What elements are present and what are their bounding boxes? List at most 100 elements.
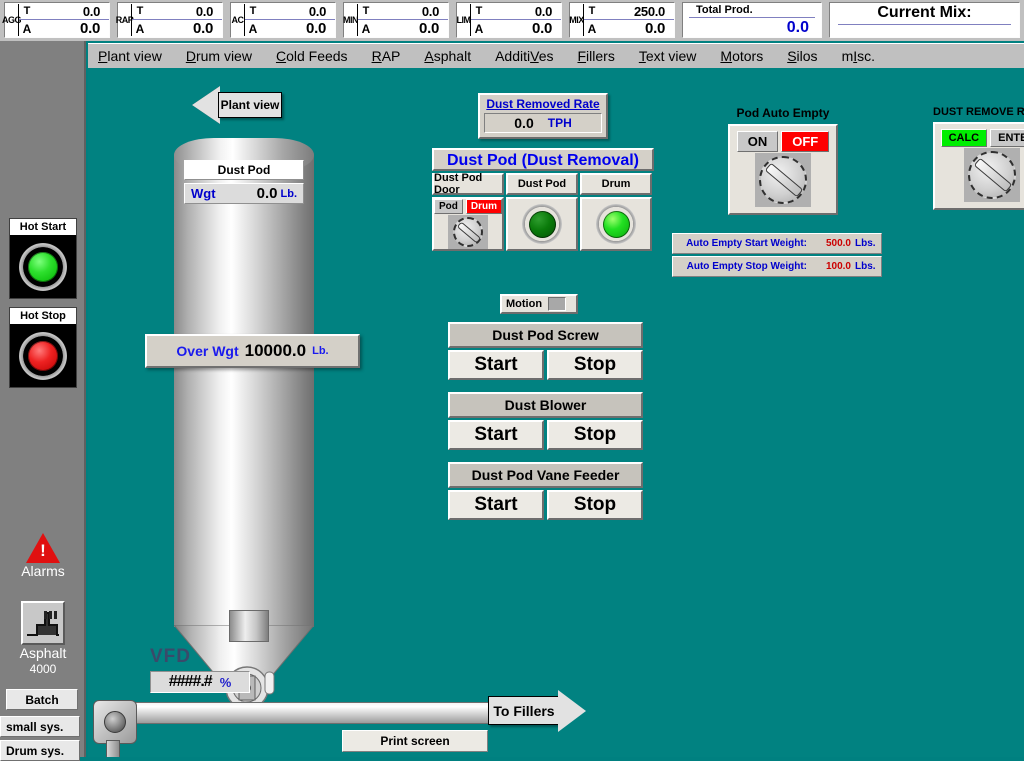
drum-sys-button[interactable]: Drum sys.: [0, 740, 80, 761]
rotary-knob-icon[interactable]: [453, 217, 483, 247]
actual-value: 0.0: [532, 20, 552, 37]
rotary-knob-icon[interactable]: [968, 151, 1016, 199]
hot-start-indicator[interactable]: Hot Start: [9, 218, 77, 299]
dust-blower-start-button[interactable]: Start: [448, 420, 544, 450]
dust-remove-rate-control: DUST REMOVE RATE CALC ENTER: [933, 106, 1024, 210]
menu-post: sphalt: [433, 48, 472, 64]
dust-pod-group-title: Dust Pod (Dust Removal): [432, 148, 654, 171]
dust-pod-door-header: Dust Pod Door: [432, 172, 504, 196]
menu-mnemonic: A: [424, 48, 434, 64]
dust-pod-vane-feeder-start-button[interactable]: Start: [448, 490, 544, 520]
menu-item-misc[interactable]: mIsc.: [840, 47, 877, 65]
menu-item-asphalt[interactable]: Asphalt: [422, 47, 473, 65]
auto-empty-stop-row[interactable]: Auto Empty Stop Weight: 100.0 Lbs.: [672, 256, 882, 277]
indicator-lamp-icon: [19, 243, 67, 291]
plant-glyph-icon: [27, 611, 59, 636]
menu-item-motors[interactable]: Motors: [718, 47, 765, 65]
total-production-value: 0.0: [786, 18, 809, 36]
actual-key: A: [474, 21, 484, 36]
dust-pod-screw-stop-button[interactable]: Stop: [547, 350, 643, 380]
material-readout-ac: AC T 0.0 A 0.0: [230, 2, 336, 38]
alarms-button[interactable]: Alarms: [0, 533, 86, 579]
menu-item-additives[interactable]: AdditiVes: [493, 47, 555, 65]
plant-view-nav-button[interactable]: Plant view: [192, 86, 282, 124]
menu-mnemonic: P: [98, 48, 108, 64]
actual-value: 0.0: [193, 20, 213, 37]
dust-pod-vane-feeder-stop-button[interactable]: Stop: [547, 490, 643, 520]
auto-empty-stop-unit: Lbs.: [855, 261, 876, 272]
arrow-right-icon: [558, 690, 586, 732]
dust-pod-group: Dust Pod (Dust Removal) Dust Pod Door Po…: [432, 148, 654, 251]
pod-auto-empty-selector-switch[interactable]: ON OFF: [734, 131, 832, 207]
vfd-readout[interactable]: VFD ####.# %: [150, 646, 250, 693]
switch-tag-enter[interactable]: ENTER: [990, 129, 1024, 147]
menu-item-plant-view[interactable]: Plant view: [96, 47, 164, 65]
plant-overview-button[interactable]: Asphalt 4000: [0, 601, 86, 677]
dust-removed-rate-value: 0.0: [514, 115, 534, 131]
rotary-knob-icon[interactable]: [759, 156, 807, 204]
print-screen-button[interactable]: Print screen: [342, 730, 488, 752]
switch-tag-drum[interactable]: Drum: [465, 199, 503, 214]
menu-item-silos[interactable]: Silos: [785, 47, 819, 65]
menu-item-cold-feeds[interactable]: Cold Feeds: [274, 47, 350, 65]
silo-neck: [229, 610, 269, 642]
over-weight-setpoint[interactable]: Over Wgt 10000.0 Lb.: [145, 334, 360, 368]
auto-empty-stop-label: Auto Empty Stop Weight:: [686, 261, 807, 272]
plant-label: Asphalt: [19, 645, 67, 661]
target-key: T: [23, 5, 31, 17]
conveyor-belt-graphic: [108, 702, 538, 724]
dust-remove-rate-label: DUST REMOVE RATE: [933, 106, 1024, 118]
current-mix-label: Current Mix:: [838, 4, 1011, 25]
batch-button[interactable]: Batch: [6, 689, 78, 710]
target-key: T: [475, 5, 483, 17]
dust-blower-control: Dust Blower Start Stop: [448, 392, 643, 450]
hot-start-label: Hot Start: [10, 219, 76, 236]
actual-key: A: [22, 21, 32, 36]
auto-empty-stop-value: 100.0: [825, 261, 851, 272]
menu-post: ext view: [645, 48, 697, 64]
dust-blower-stop-button[interactable]: Stop: [547, 420, 643, 450]
material-readout-rap: RAP T 0.0 A 0.0: [116, 2, 223, 38]
conveyor-support-leg: [106, 740, 120, 757]
over-weight-key: Over Wgt: [176, 343, 239, 359]
arrow-left-icon: [192, 86, 220, 124]
target-value: 250.0: [633, 3, 665, 19]
switch-tag-on[interactable]: ON: [736, 131, 779, 152]
small-sys-button[interactable]: small sys.: [0, 716, 80, 737]
over-weight-value: 10000.0: [244, 341, 307, 360]
menu-post: ilos: [796, 48, 818, 64]
dust-remove-rate-selector-switch[interactable]: CALC ENTER: [939, 129, 1024, 202]
top-status-bar: AGG T 0.0 A 0.0 RAP T 0.0 A 0.0 AC T 0.0…: [0, 0, 1024, 41]
dust-pod-door-selector-switch[interactable]: Pod Drum: [434, 199, 503, 249]
lamp-bulb: [28, 341, 58, 371]
menu-mnemonic: S: [787, 48, 797, 64]
hot-stop-indicator[interactable]: Hot Stop: [9, 307, 77, 388]
switch-tag-calc[interactable]: CALC: [940, 129, 988, 147]
menu-item-drum-view[interactable]: Drum view: [184, 47, 254, 65]
menu-post: old Feeds: [286, 48, 348, 64]
menu-item-rap[interactable]: RAP: [370, 47, 403, 65]
auto-empty-weights: Auto Empty Start Weight: 500.0 Lbs. Auto…: [672, 233, 882, 279]
menu-item-text-view[interactable]: Text view: [637, 47, 699, 65]
dust-blower-title: Dust Blower: [448, 392, 643, 418]
vfd-value-box: ####.# %: [150, 671, 250, 693]
over-weight-unit: Lb.: [312, 345, 329, 357]
material-name: LIM: [456, 15, 472, 25]
menu-item-fillers[interactable]: Fillers: [575, 47, 616, 65]
dust-pod-status-lamp-icon: [522, 204, 562, 244]
dust-removed-rate-readout: 0.0 TPH: [484, 113, 602, 133]
alarm-warning-icon: [26, 533, 60, 563]
conveyor-drive-motor-graphic: [93, 700, 137, 744]
switch-tag-pod[interactable]: Pod: [434, 199, 463, 214]
switch-tag-off[interactable]: OFF: [781, 131, 830, 152]
menu-post: illers: [586, 48, 615, 64]
switch-knob-housing: [755, 153, 811, 207]
motor-hub: [104, 711, 126, 733]
menu-mnemonic: F: [577, 48, 587, 64]
auto-empty-start-row[interactable]: Auto Empty Start Weight: 500.0 Lbs.: [672, 233, 882, 254]
to-fillers-nav-button[interactable]: To Fillers: [488, 690, 586, 732]
dust-removed-rate-panel[interactable]: Dust Removed Rate 0.0 TPH: [478, 93, 608, 139]
dust-pod-screw-start-button[interactable]: Start: [448, 350, 544, 380]
alarms-label: Alarms: [21, 563, 65, 579]
actual-value: 0.0: [645, 20, 665, 37]
